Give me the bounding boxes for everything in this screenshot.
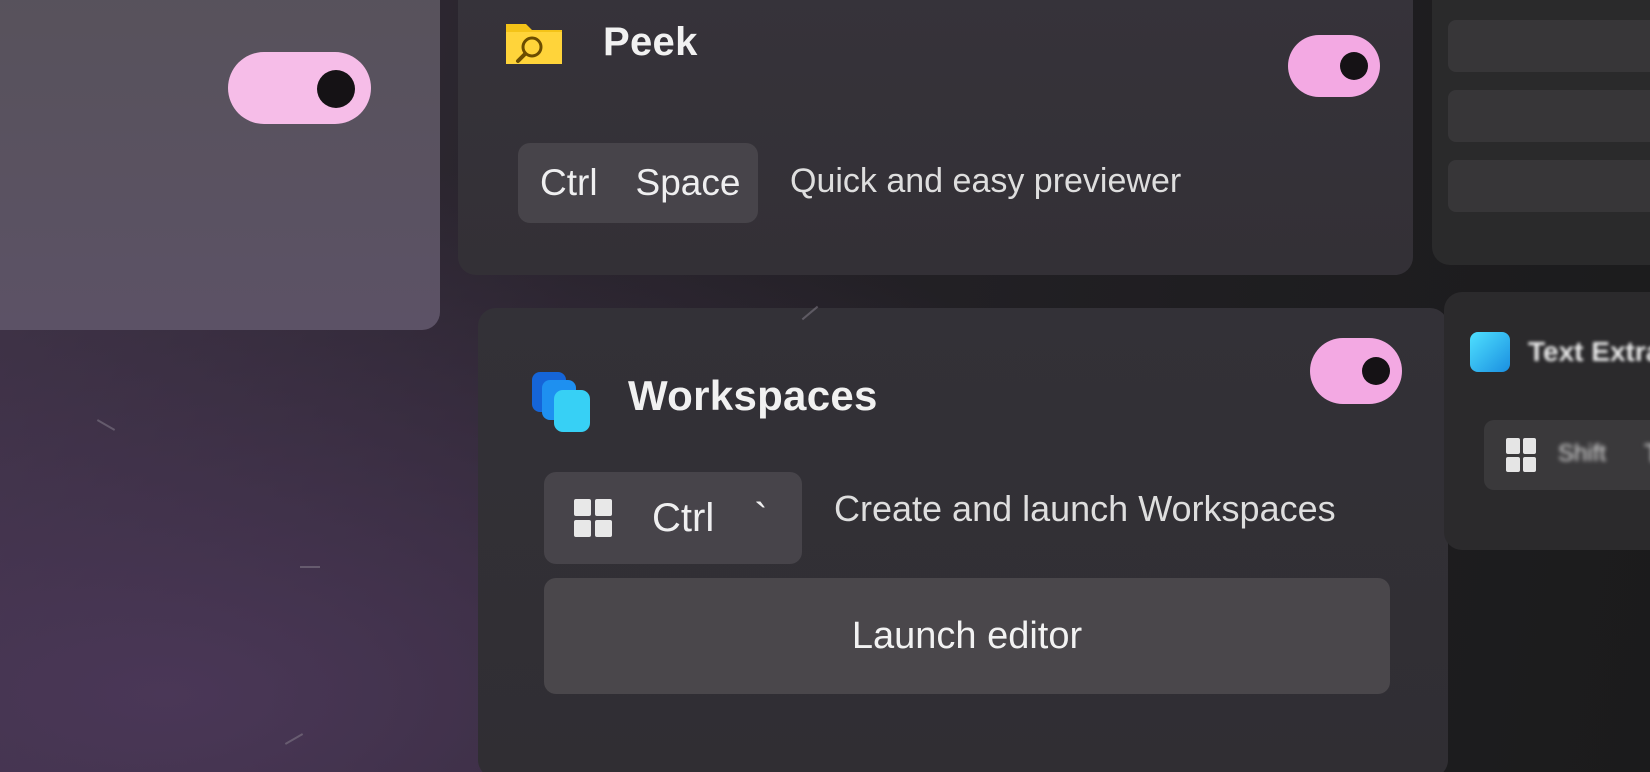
placeholder-row (1448, 90, 1650, 142)
enable-toggle[interactable] (228, 52, 371, 124)
utility-card-left (0, 0, 440, 330)
windows-logo-icon (1506, 438, 1536, 472)
card-title: Workspaces (628, 372, 878, 419)
shortcut-keys[interactable]: Ctrl Space (518, 143, 758, 223)
card-title: Peek (603, 20, 698, 64)
placeholder-row (1448, 20, 1650, 72)
text-extractor-icon (1470, 332, 1510, 372)
card-title: Text Extractor (1528, 336, 1650, 367)
card-description: Create and launch Workspaces (834, 488, 1336, 529)
enable-toggle[interactable] (1310, 338, 1402, 404)
launch-editor-button[interactable]: Launch editor (544, 578, 1390, 694)
key-ctrl: Ctrl (652, 495, 715, 540)
toggle-knob (1362, 357, 1390, 385)
key-t: T (1644, 438, 1650, 469)
powertoys-dashboard: Peek Ctrl Space Quick and easy previewer… (0, 0, 1650, 772)
toggle-knob (317, 70, 355, 108)
key-space: Space (635, 162, 741, 203)
folder-magnifier-icon (506, 24, 562, 64)
key-shift: Shift (1558, 440, 1607, 467)
dust-speck (284, 733, 304, 745)
enable-toggle[interactable] (1288, 35, 1380, 97)
dust-speck (96, 419, 116, 431)
card-description: Quick and easy previewer (790, 162, 1182, 200)
placeholder-row (1448, 160, 1650, 212)
utility-card-text-extractor: Text Extractor Shift T (1444, 292, 1650, 550)
key-backtick: ` (754, 495, 768, 540)
utility-card-workspaces: Workspaces Ctrl ` Create and launch Work… (478, 308, 1448, 772)
shortcut-keys[interactable]: Shift T (1484, 420, 1650, 490)
windows-logo-icon (574, 499, 612, 537)
utility-card-peek: Peek Ctrl Space Quick and easy previewer (458, 0, 1413, 275)
dust-speck (300, 566, 320, 568)
utility-card-right-top (1432, 0, 1650, 265)
key-ctrl: Ctrl (540, 162, 598, 203)
toggle-knob (1340, 52, 1368, 80)
workspaces-stack-icon (532, 372, 590, 432)
shortcut-keys[interactable]: Ctrl ` (544, 472, 802, 564)
